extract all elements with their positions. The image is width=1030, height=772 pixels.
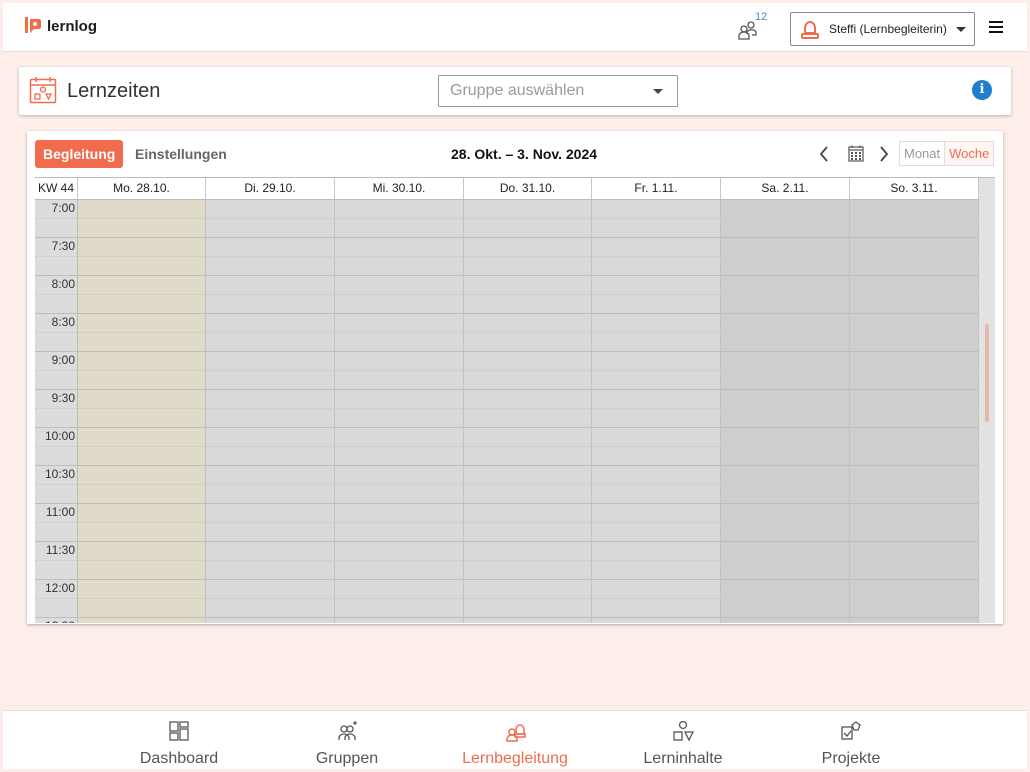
view-month-button[interactable]: Monat <box>900 142 944 165</box>
slot-line-dotted <box>35 370 979 371</box>
slot-line-dotted <box>35 484 979 485</box>
slot-line <box>35 275 979 276</box>
time-label: 9:00 <box>51 353 75 367</box>
slot-line-dotted <box>35 332 979 333</box>
slot-line <box>35 465 979 466</box>
day-header: Mo. 28.10. <box>78 178 206 199</box>
nav-item-label: Dashboard <box>139 750 219 767</box>
slot-line-dotted <box>35 522 979 523</box>
time-label: 7:30 <box>51 239 75 253</box>
day-header: Do. 31.10. <box>464 178 592 199</box>
slot-line <box>35 617 979 618</box>
app-name: lernlog <box>47 17 98 35</box>
dashboard-icon <box>169 721 189 741</box>
slot-line <box>35 389 979 390</box>
day-header: Mi. 30.10. <box>335 178 464 199</box>
slot-line-dotted <box>35 560 979 561</box>
learning-content-icon <box>673 720 695 742</box>
time-label: 9:30 <box>51 391 75 405</box>
time-label: 8:30 <box>51 315 75 329</box>
nav-item-label: Lerninhalte <box>643 750 723 767</box>
tab-begleitung[interactable]: Begleitung <box>35 140 124 168</box>
slot-line-dotted <box>35 294 979 295</box>
menu-button[interactable] <box>989 21 1003 33</box>
nav-item-gruppen[interactable]: Gruppen <box>277 719 417 768</box>
app-logo[interactable]: lernlog <box>25 17 97 35</box>
notifications-button[interactable]: 12 <box>735 11 769 43</box>
bottom-navigation: Dashboard Gruppen Lernbegleitung Lerninhalt… <box>3 710 1027 769</box>
slot-line <box>35 579 979 580</box>
slot-line <box>35 541 979 542</box>
view-toggle: Monat Woche <box>899 141 995 166</box>
nav-item-dashboard[interactable]: Dashboard <box>109 719 249 768</box>
slot-line-dotted <box>35 408 979 409</box>
day-header: Di. 29.10. <box>206 178 335 199</box>
learning-support-icon <box>506 724 526 742</box>
groups-icon <box>338 721 357 740</box>
user-name: Steffi (Lernbegleiterin) <box>829 22 947 36</box>
notification-count: 12 <box>755 11 768 23</box>
scrollbar[interactable] <box>979 178 995 623</box>
slot-line <box>35 427 979 428</box>
slot-line-dotted <box>35 598 979 599</box>
time-label: 11:00 <box>45 505 75 519</box>
tab-einstellungen[interactable]: Einstellungen <box>135 140 227 168</box>
menu-icon <box>989 21 1003 23</box>
info-icon[interactable]: i <box>972 80 992 100</box>
time-label: 8:00 <box>51 277 75 291</box>
lernlog-logo-icon <box>25 17 41 33</box>
user-avatar-icon <box>801 21 819 39</box>
slot-line <box>35 503 979 504</box>
time-label: 11:30 <box>45 543 75 557</box>
week-number: KW 44 <box>35 178 78 199</box>
nav-item-lerninhalte[interactable]: Lerninhalte <box>613 719 753 768</box>
group-select[interactable]: Gruppe auswählen <box>438 75 678 107</box>
projects-icon <box>841 721 861 740</box>
time-label: 10:00 <box>44 429 75 443</box>
date-range: 28. Okt. – 3. Nov. 2024 <box>451 146 598 162</box>
nav-item-label: Projekte <box>821 750 881 767</box>
nav-item-label: Gruppen <box>315 750 379 767</box>
calendar-card: Begleitung Einstellungen 28. Okt. – 3. N… <box>27 131 1003 624</box>
day-header: Fr. 1.11. <box>592 178 721 199</box>
group-select-placeholder: Gruppe auswählen <box>450 82 585 99</box>
nav-item-projekte[interactable]: Projekte <box>781 719 921 768</box>
time-label: 7:00 <box>51 201 75 215</box>
user-select[interactable]: Steffi (Lernbegleiterin) <box>790 12 975 46</box>
slot-line-dotted <box>35 218 979 219</box>
view-week-button[interactable]: Woche <box>944 142 994 165</box>
chevron-left-icon[interactable] <box>818 145 830 163</box>
slot-line <box>35 313 979 314</box>
nav-item-label: Lernbegleitung <box>462 750 568 767</box>
time-label: 10:30 <box>44 467 75 481</box>
slot-line <box>35 237 979 238</box>
grid-header: KW 44 Mo. 28.10. Di. 29.10. Mi. 30.10. Do. … <box>35 178 979 200</box>
page-title: Lernzeiten <box>67 80 161 102</box>
slot-line <box>35 351 979 352</box>
page-header: Lernzeiten Gruppe auswählen i <box>19 67 1011 115</box>
menu-icon <box>989 26 1003 28</box>
grid-body: 7:00 7:30 8:00 8:30 9:00 9:30 10:00 10:30 11:00 1… <box>35 200 979 623</box>
day-header: Sa. 2.11. <box>721 178 850 199</box>
slot-line-dotted <box>35 256 979 257</box>
time-label: 12:00 <box>44 581 75 595</box>
nav-item-lernbegleitung[interactable]: Lernbegleitung <box>445 719 585 768</box>
chevron-down-icon <box>956 27 966 32</box>
day-header: So. 3.11. <box>850 178 979 199</box>
top-bar: lernlog 12 Steffi (Lernbegleiterin) <box>3 3 1027 52</box>
time-label: 12:30 <box>35 619 75 623</box>
slot-line-dotted <box>35 446 979 447</box>
calendar-picker-icon[interactable] <box>848 145 864 162</box>
chevron-down-icon <box>653 89 663 94</box>
menu-icon <box>989 31 1003 33</box>
chevron-right-icon[interactable] <box>878 145 890 163</box>
scrollbar-thumb[interactable] <box>985 324 989 422</box>
learning-times-icon <box>29 77 57 104</box>
week-grid: KW 44 Mo. 28.10. Di. 29.10. Mi. 30.10. Do. … <box>35 177 995 623</box>
